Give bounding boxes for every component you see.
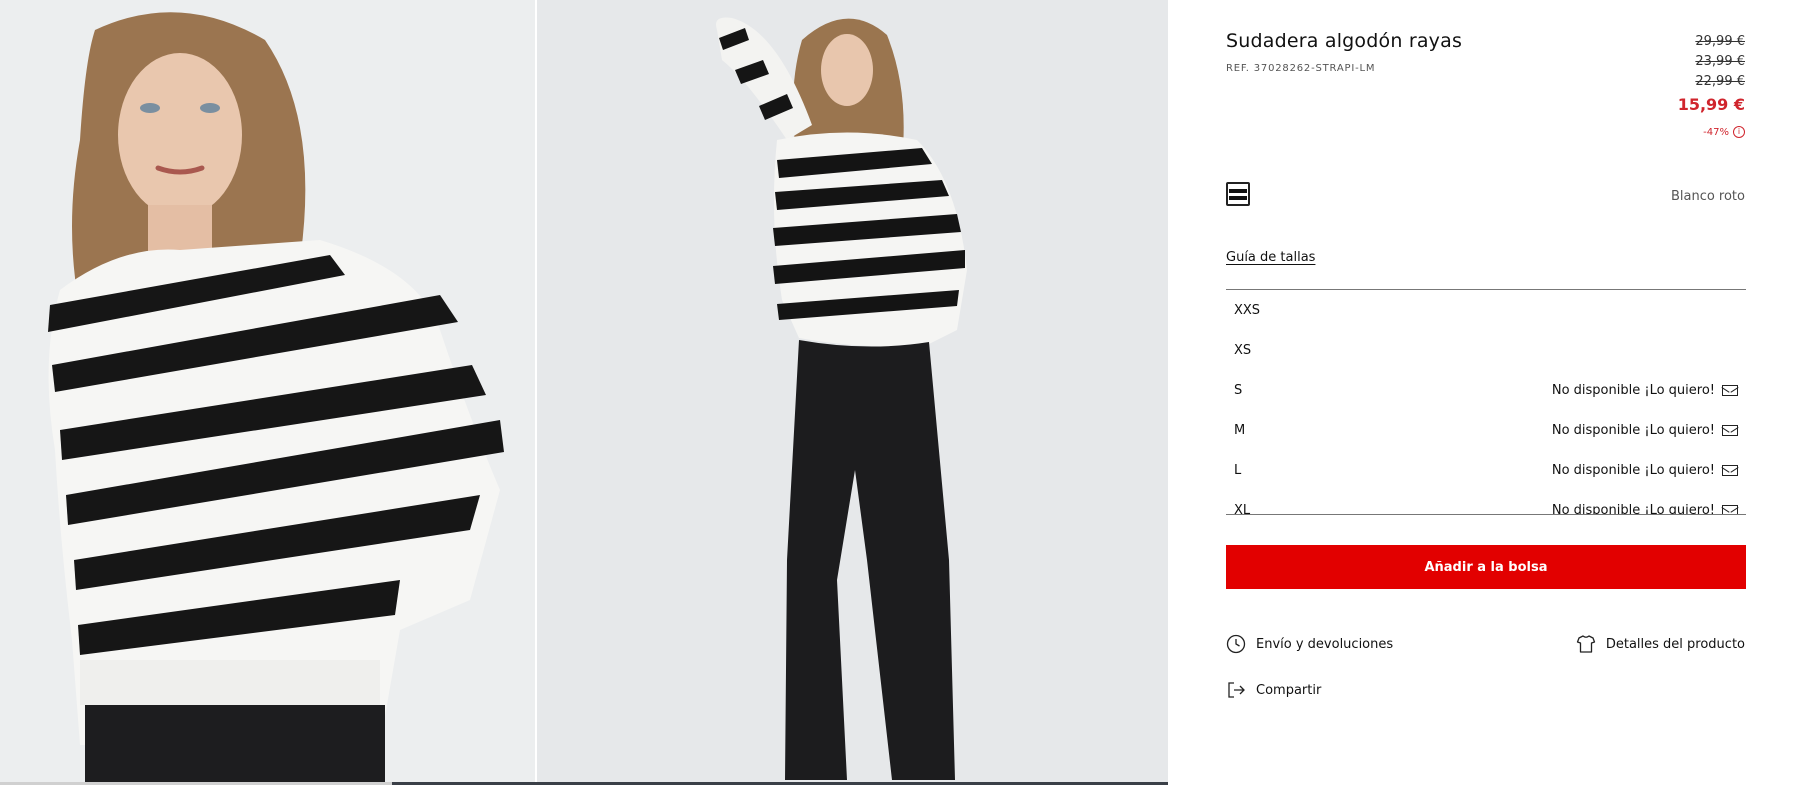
size-option-xxs[interactable]: XXS bbox=[1226, 290, 1746, 330]
size-option-l[interactable]: L No disponible ¡Lo quiero! bbox=[1226, 450, 1746, 490]
size-label: XXS bbox=[1234, 302, 1261, 318]
product-details-label: Detalles del producto bbox=[1605, 636, 1745, 652]
product-reference: REF. 37028262-STRAPI-LM bbox=[1226, 63, 1376, 74]
product-details-link[interactable]: Detalles del producto bbox=[1576, 634, 1745, 654]
price-block: 29,99 € 23,99 € 22,99 € 15,99 € -47% i bbox=[1678, 32, 1745, 138]
size-option-m[interactable]: M No disponible ¡Lo quiero! bbox=[1226, 410, 1746, 450]
size-option-xs[interactable]: XS bbox=[1226, 330, 1746, 370]
mail-icon bbox=[1722, 424, 1738, 436]
size-label: XL bbox=[1234, 502, 1251, 515]
color-swatch-blanco-roto[interactable] bbox=[1226, 182, 1250, 206]
mail-icon bbox=[1722, 384, 1738, 396]
tshirt-icon bbox=[1576, 634, 1596, 654]
size-list[interactable]: XXS XS S No disponible ¡Lo quiero! M No … bbox=[1226, 289, 1746, 515]
size-label: L bbox=[1234, 462, 1242, 478]
size-option-xl[interactable]: XL No disponible ¡Lo quiero! bbox=[1226, 490, 1746, 515]
size-status-text: No disponible ¡Lo quiero! bbox=[1551, 502, 1715, 515]
discount-badge[interactable]: -47% i bbox=[1678, 126, 1745, 138]
price-current: 15,99 € bbox=[1677, 95, 1745, 114]
mail-icon bbox=[1722, 464, 1738, 476]
size-label: M bbox=[1234, 422, 1246, 438]
add-to-bag-button[interactable]: Añadir a la bolsa bbox=[1226, 545, 1746, 589]
notify-me-m[interactable]: No disponible ¡Lo quiero! bbox=[1552, 423, 1738, 438]
size-option-s[interactable]: S No disponible ¡Lo quiero! bbox=[1226, 370, 1746, 410]
shipping-returns-link[interactable]: Envío y devoluciones bbox=[1226, 634, 1393, 654]
notify-me-xl[interactable]: No disponible ¡Lo quiero! bbox=[1551, 502, 1738, 515]
price-old-3: 22,99 € bbox=[1695, 74, 1745, 89]
notify-me-l[interactable]: No disponible ¡Lo quiero! bbox=[1552, 463, 1738, 478]
size-status-text: No disponible ¡Lo quiero! bbox=[1551, 422, 1715, 438]
size-guide-link[interactable]: Guía de tallas bbox=[1226, 250, 1315, 265]
size-label: S bbox=[1234, 382, 1243, 398]
notify-me-s[interactable]: No disponible ¡Lo quiero! bbox=[1552, 383, 1738, 398]
share-label: Compartir bbox=[1256, 682, 1322, 698]
price-old-1: 29,99 € bbox=[1695, 34, 1745, 49]
shipping-returns-label: Envío y devoluciones bbox=[1256, 636, 1394, 652]
size-label: XS bbox=[1234, 342, 1252, 358]
mail-icon bbox=[1722, 504, 1738, 514]
product-image-fullbody[interactable] bbox=[537, 0, 1168, 785]
info-icon[interactable]: i bbox=[1733, 126, 1745, 138]
product-panel: Sudadera algodón rayas REF. 37028262-STR… bbox=[1168, 0, 1797, 785]
discount-percent: -47% bbox=[1703, 126, 1729, 138]
price-old-2: 23,99 € bbox=[1695, 54, 1745, 69]
share-link[interactable]: Compartir bbox=[1226, 680, 1321, 700]
size-status-text: No disponible ¡Lo quiero! bbox=[1551, 382, 1715, 398]
product-title: Sudadera algodón rayas bbox=[1226, 30, 1463, 52]
share-icon bbox=[1226, 680, 1246, 700]
product-image-closeup[interactable] bbox=[0, 0, 535, 785]
clock-icon bbox=[1226, 634, 1246, 654]
size-status-text: No disponible ¡Lo quiero! bbox=[1551, 462, 1715, 478]
color-name: Blanco roto bbox=[1670, 189, 1745, 204]
